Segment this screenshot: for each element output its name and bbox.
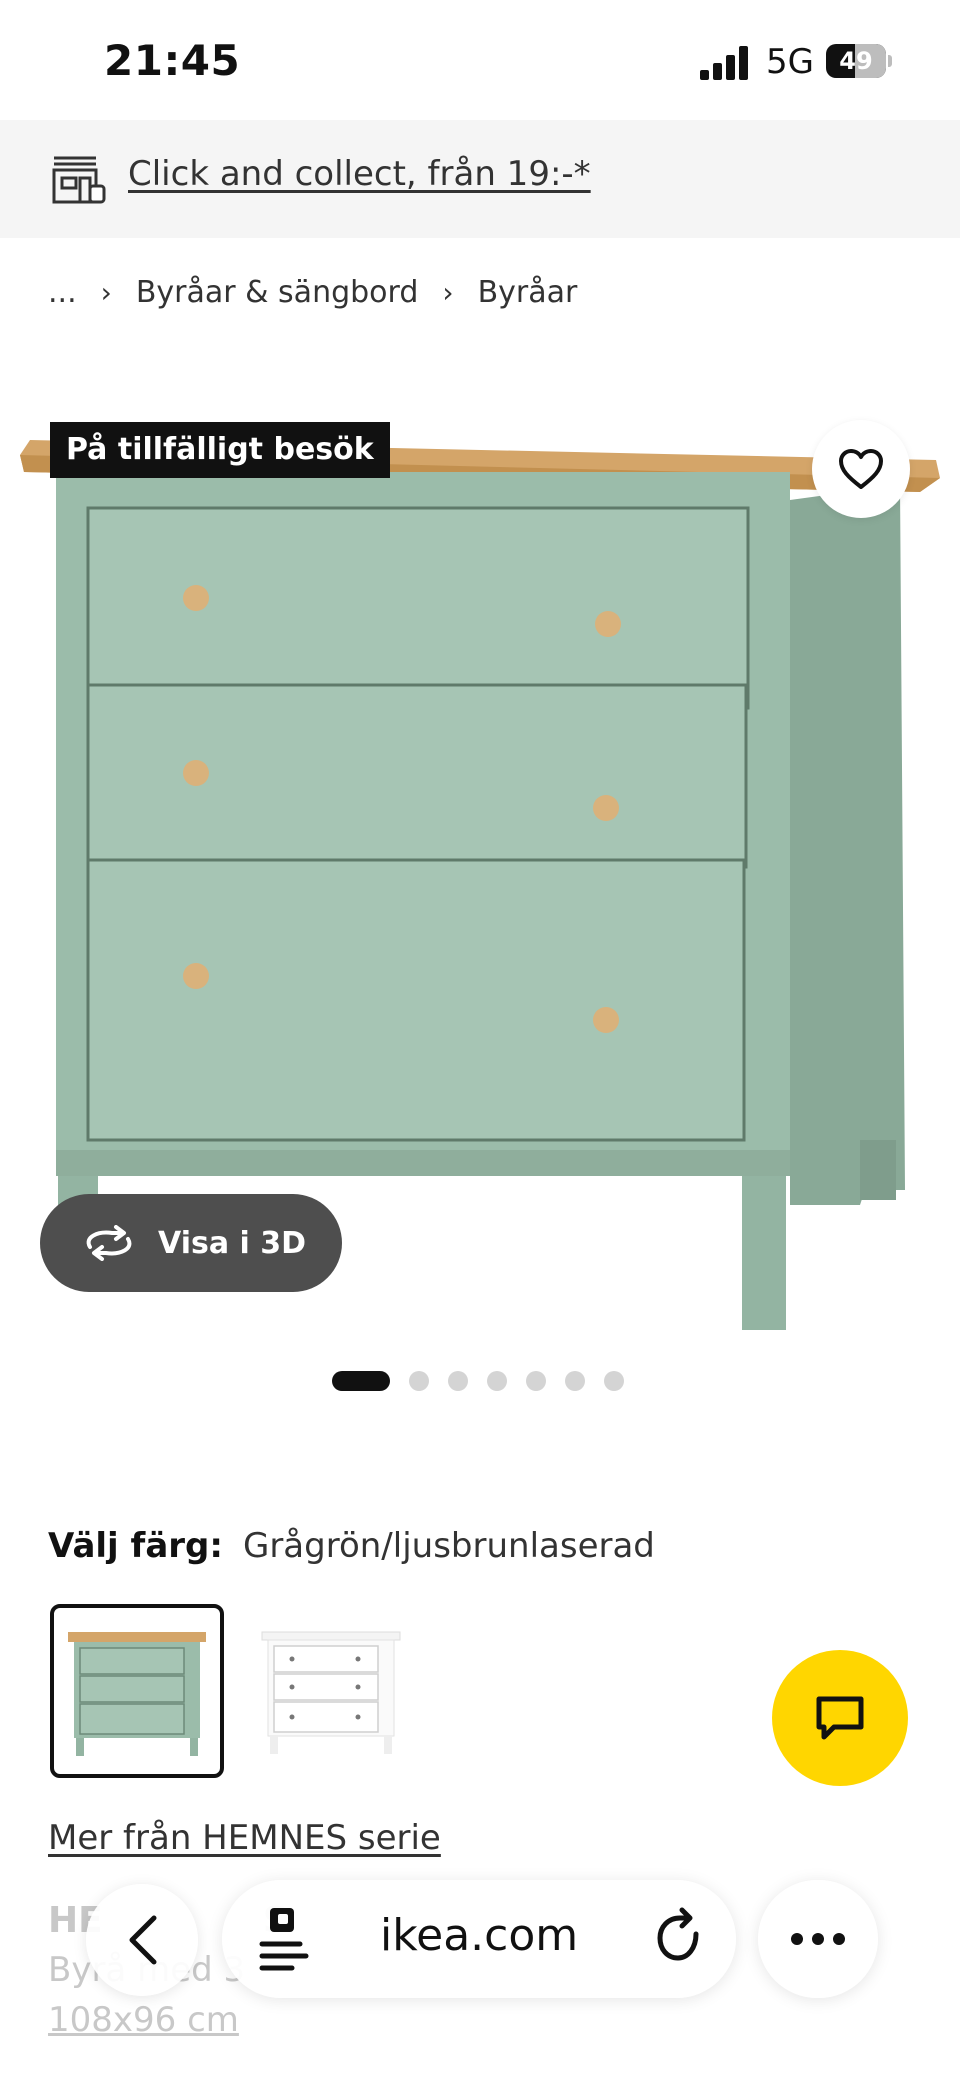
rotate-360-icon (86, 1225, 132, 1261)
product-image[interactable] (0, 360, 960, 1340)
color-selector-heading: Välj färg: Grågrön/ljusbrunlaserad (48, 1526, 655, 1566)
click-and-collect-link[interactable]: Click and collect, från 19:-* (128, 154, 591, 194)
view-3d-button[interactable]: Visa i 3D (40, 1194, 342, 1292)
color-swatch-white[interactable] (246, 1604, 416, 1774)
browser-more-button[interactable] (758, 1880, 878, 1998)
breadcrumb-item-dressers-nightstands[interactable]: Byråar & sängbord (136, 275, 419, 310)
chat-button[interactable] (772, 1650, 908, 1786)
view-3d-label: Visa i 3D (158, 1225, 307, 1261)
back-icon (129, 1915, 157, 1965)
breadcrumb-ellipsis[interactable]: ... (48, 275, 77, 310)
battery-icon: 49 (826, 44, 892, 80)
color-value: Grågrön/ljusbrunlaserad (242, 1526, 655, 1566)
breadcrumb-item-dressers[interactable]: Byråar (478, 275, 578, 310)
status-time: 21:45 (104, 36, 241, 85)
product-size-link[interactable]: 108x96 cm (48, 2000, 239, 2040)
battery-level: 49 (839, 47, 873, 75)
reload-icon[interactable] (654, 1906, 708, 1966)
carousel-dot[interactable] (487, 1371, 507, 1391)
green-dresser-thumbnail (68, 1632, 206, 1756)
carousel-dot[interactable] (448, 1371, 468, 1391)
breadcrumb: ... › Byråar & sängbord › Byråar (48, 272, 577, 312)
carousel-dot[interactable] (332, 1371, 390, 1391)
status-bar: 21:45 5G 49 (0, 0, 960, 120)
color-label: Välj färg: (48, 1526, 223, 1566)
chat-icon (816, 1696, 864, 1740)
heart-icon (839, 449, 883, 489)
store-icon (52, 156, 106, 204)
click-and-collect-banner[interactable]: Click and collect, från 19:-* (0, 120, 960, 238)
browser-back-button[interactable] (86, 1884, 198, 1996)
white-dresser-thumbnail (261, 1631, 401, 1754)
carousel-dot[interactable] (409, 1371, 429, 1391)
temporary-visit-badge: På tillfälligt besök (50, 422, 390, 478)
page-menu-icon[interactable] (256, 1906, 312, 1972)
breadcrumb-separator: › (442, 275, 454, 309)
carousel-indicator[interactable] (332, 1370, 643, 1392)
color-swatch-green-selected[interactable] (50, 1604, 224, 1778)
more-from-series-link[interactable]: Mer från HEMNES serie (48, 1818, 441, 1858)
signal-icon (700, 46, 748, 80)
carousel-dot[interactable] (604, 1371, 624, 1391)
network-label: 5G (766, 42, 814, 82)
carousel-dot[interactable] (565, 1371, 585, 1391)
breadcrumb-separator: › (100, 275, 112, 309)
favorite-button[interactable] (812, 420, 910, 518)
url-label[interactable]: ikea.com (380, 1910, 578, 1961)
more-icon (791, 1933, 845, 1945)
carousel-dot[interactable] (526, 1371, 546, 1391)
